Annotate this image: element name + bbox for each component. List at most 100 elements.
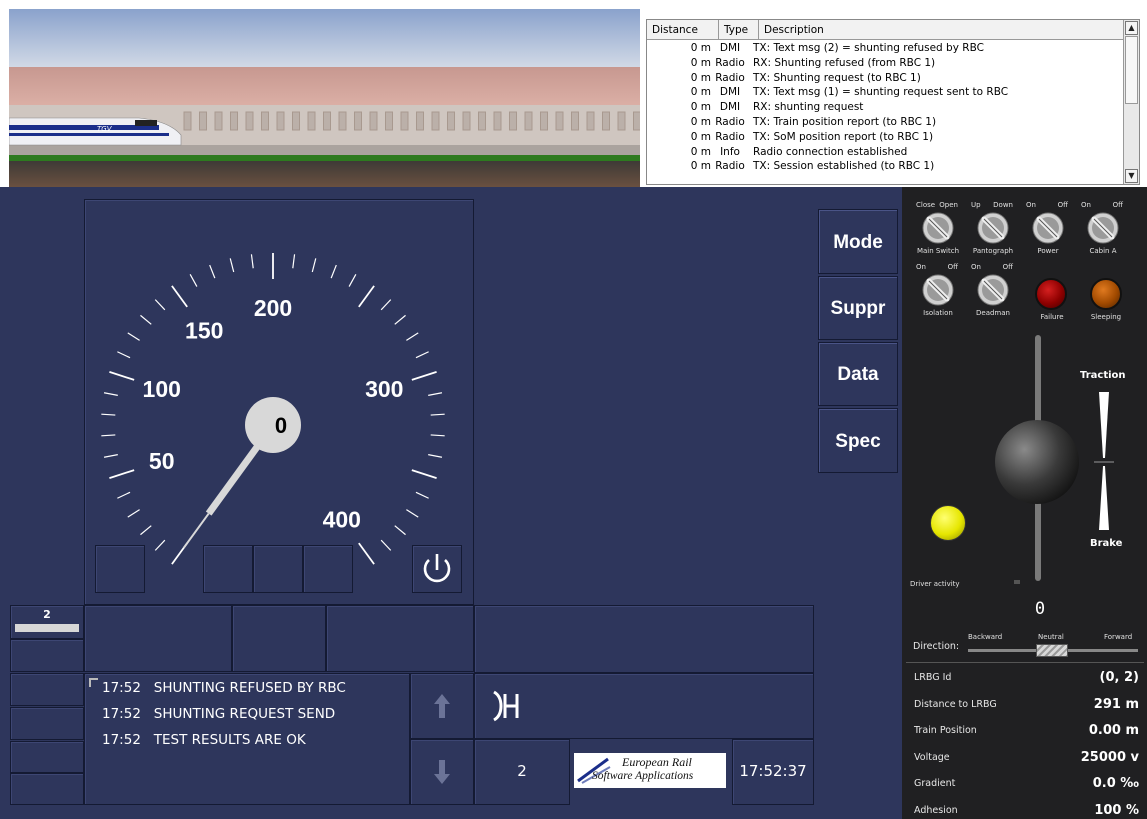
event-log-scrollbar[interactable]: ▲ ▼ bbox=[1123, 20, 1139, 184]
rotary-switch[interactable]: On Off Isolation bbox=[912, 263, 964, 323]
log-row[interactable]: 0 m Radio TX: SoM position report (to RBC … bbox=[647, 130, 1123, 145]
left-slot-5 bbox=[10, 773, 84, 805]
switch-left-label: On bbox=[1081, 201, 1091, 209]
info-value: 25000 v bbox=[1080, 749, 1139, 765]
log-type: DMI bbox=[719, 42, 741, 54]
arrow-up-icon bbox=[434, 694, 450, 718]
switch-right-label: Off bbox=[947, 263, 958, 271]
driver-activity-button[interactable] bbox=[930, 505, 966, 541]
info-label: Distance to LRBG bbox=[914, 698, 997, 710]
dial-tick bbox=[117, 351, 131, 359]
log-description: TX: Text msg (2) = shunting refused by R… bbox=[753, 42, 984, 54]
scroll-thumb[interactable] bbox=[1125, 36, 1138, 104]
message-time: 17:52 bbox=[102, 706, 141, 722]
speed-hub bbox=[245, 397, 301, 453]
switch-label: Pantograph bbox=[972, 247, 1014, 255]
direction-label: Direction: bbox=[913, 641, 960, 652]
rotary-switch[interactable]: On Off Power bbox=[1022, 201, 1074, 261]
dial-tick bbox=[358, 285, 375, 308]
train-logo: TGV bbox=[97, 125, 113, 133]
switch-label: Main Switch bbox=[916, 247, 960, 255]
dial-label: 150 bbox=[185, 317, 223, 343]
switch-label: Cabin A bbox=[1089, 247, 1117, 255]
dial-tick bbox=[209, 264, 216, 279]
log-row[interactable]: 0 m DMI TX: Text msg (2) = shunting refuse… bbox=[647, 41, 1123, 56]
log-row[interactable]: 0 m DMI RX: shunting request bbox=[647, 100, 1123, 115]
log-description: TX: Train position report (to RBC 1) bbox=[753, 115, 937, 128]
log-type: DMI bbox=[719, 101, 741, 114]
rotary-switch[interactable]: Up Down Pantograph bbox=[967, 201, 1019, 261]
message-row: 17:52 TEST RESULTS ARE OK bbox=[102, 732, 306, 748]
info-value: 100 % bbox=[1094, 802, 1139, 818]
switch-knob-icon bbox=[1087, 212, 1119, 244]
station-arch bbox=[431, 111, 440, 131]
column-header-distance[interactable]: Distance bbox=[647, 20, 719, 40]
message-time: 17:52 bbox=[102, 732, 141, 748]
station-arch bbox=[524, 111, 533, 131]
info-slot-1 bbox=[84, 605, 232, 672]
log-description: TX: Text msg (1) = shunting request sent… bbox=[753, 86, 1009, 99]
station-arch bbox=[338, 111, 347, 131]
mode-button[interactable]: Mode bbox=[818, 209, 898, 274]
log-row[interactable]: 0 m DMI TX: Text msg (1) = shunting reques… bbox=[647, 85, 1123, 100]
scroll-up-arrow-icon[interactable]: ▲ bbox=[1125, 21, 1138, 35]
failure-label: Failure bbox=[1040, 313, 1064, 321]
scroll-up-button[interactable] bbox=[410, 673, 474, 739]
power-button[interactable] bbox=[412, 545, 462, 593]
left-slot-1 bbox=[10, 639, 84, 672]
control-panel: Close Open Main Switch Up Down Pantograph On Of… bbox=[902, 187, 1147, 819]
rotary-switch[interactable]: On Off Cabin A bbox=[1077, 201, 1129, 261]
dial-label: 300 bbox=[365, 376, 403, 402]
switch-label: Isolation bbox=[923, 309, 953, 317]
station-arch bbox=[478, 111, 486, 131]
scroll-down-button[interactable] bbox=[410, 739, 474, 805]
direction-neutral-label: Neutral bbox=[1038, 633, 1064, 641]
log-description: Radio connection established bbox=[753, 145, 908, 158]
message-corner-icon bbox=[89, 678, 98, 687]
log-type: Radio bbox=[715, 71, 745, 84]
dial-tick bbox=[140, 525, 152, 536]
logo-line2: Software Applications bbox=[592, 770, 694, 782]
rotary-switch[interactable]: On Off Deadman bbox=[967, 263, 1019, 323]
info-row: Distance to LRBG 291 m bbox=[902, 696, 1147, 720]
scroll-down-arrow-icon[interactable]: ▼ bbox=[1125, 169, 1138, 183]
dial-tick bbox=[109, 469, 135, 480]
station-arch bbox=[400, 111, 409, 131]
data-button[interactable]: Data bbox=[818, 342, 898, 406]
dial-tick bbox=[292, 254, 296, 269]
switch-left-label: On bbox=[971, 263, 981, 271]
column-header-description[interactable]: Description bbox=[759, 20, 1123, 40]
rotary-switch[interactable]: Close Open Main Switch bbox=[912, 201, 964, 261]
log-type: Info bbox=[720, 145, 740, 158]
log-row[interactable]: 0 m Radio TX: Train position report (to RB… bbox=[647, 115, 1123, 130]
event-log-header: Distance Type Description bbox=[647, 20, 1123, 40]
station-arch bbox=[509, 111, 517, 131]
throttle-knob[interactable] bbox=[995, 420, 1079, 504]
suppr-button[interactable]: Suppr bbox=[818, 276, 898, 340]
log-distance: 0 m bbox=[690, 160, 711, 173]
switch-knob-icon bbox=[977, 274, 1009, 306]
direction-slider-handle[interactable] bbox=[1036, 644, 1068, 657]
log-row[interactable]: 0 m Radio RX: Shunting refused (from RBC 1… bbox=[647, 56, 1123, 71]
spec-button[interactable]: Spec bbox=[818, 408, 898, 473]
log-row[interactable]: 0 m Info Radio connection established bbox=[647, 145, 1123, 160]
dial-tick bbox=[127, 509, 140, 518]
speedometer-panel: 50 100 150 200 300 400 0 bbox=[84, 199, 474, 605]
log-row[interactable]: 0 m Radio TX: Session established (to RBC … bbox=[647, 159, 1123, 174]
column-header-type[interactable]: Type bbox=[719, 20, 759, 40]
station-arch bbox=[571, 111, 579, 131]
info-label: Gradient bbox=[914, 778, 956, 789]
info-value: 291 m bbox=[1093, 696, 1139, 712]
switch-knob-icon bbox=[922, 274, 954, 306]
station-arch bbox=[462, 111, 471, 131]
event-log-table[interactable]: Distance Type Description 0 m DMI TX: Text… bbox=[646, 19, 1140, 185]
traction-brake-gauge bbox=[1094, 392, 1114, 530]
log-row[interactable]: 0 m Radio TX: Shunting request (to RBC 1) bbox=[647, 71, 1123, 86]
throttle-marker bbox=[1014, 580, 1020, 584]
dial-tick bbox=[101, 413, 116, 416]
log-description: TX: Session established (to RBC 1) bbox=[753, 160, 935, 173]
log-description: RX: shunting request bbox=[753, 101, 864, 114]
track-scene-graphic: TGV bbox=[9, 9, 640, 187]
dial-label: 100 bbox=[143, 376, 181, 402]
log-distance: 0 m bbox=[690, 71, 711, 84]
